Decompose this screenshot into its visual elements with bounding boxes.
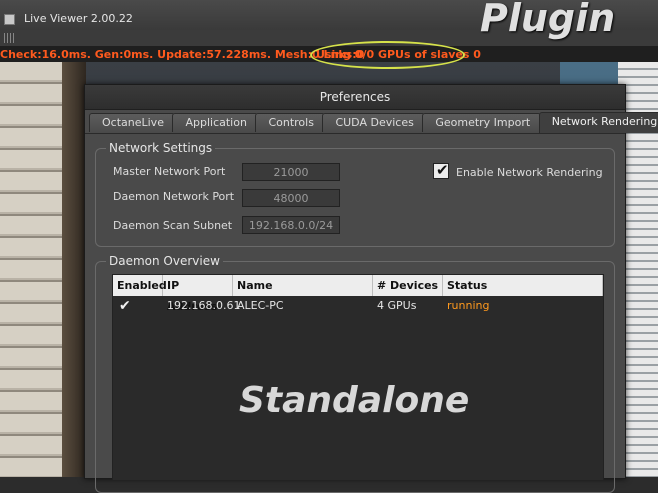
window-title: Live Viewer 2.00.22: [24, 12, 133, 25]
row-status: running: [447, 299, 490, 312]
daemon-overview-title: Daemon Overview: [106, 254, 223, 268]
scan-subnet-label: Daemon Scan Subnet: [113, 219, 233, 232]
enable-network-rendering-checkbox[interactable]: ✔: [433, 161, 449, 179]
network-settings-title: Network Settings: [106, 141, 216, 155]
tab-geometry-import[interactable]: Geometry Import: [422, 113, 542, 132]
tab-application[interactable]: Application: [172, 113, 258, 132]
master-port-input[interactable]: 21000: [242, 163, 340, 181]
background-wall-edge: [62, 62, 86, 477]
row-ip: 192.168.0.61: [167, 299, 241, 312]
table-row[interactable]: ✔ 192.168.0.61 ALEC-PC 4 GPUs running: [113, 296, 603, 316]
daemon-port-label: Daemon Network Port: [113, 190, 235, 203]
tab-cuda-devices[interactable]: CUDA Devices: [322, 113, 425, 132]
scan-subnet-input[interactable]: 192.168.0.0/24: [242, 216, 340, 234]
enable-network-rendering-label: Enable Network Rendering: [456, 166, 603, 179]
column-status[interactable]: Status: [443, 275, 603, 296]
tab-network-rendering[interactable]: Network Rendering: [538, 112, 658, 133]
plugin-annotation: Plugin: [480, 0, 616, 40]
table-header: Enabled IP Address Name # Devices Status: [113, 275, 603, 313]
grip-icon[interactable]: [4, 33, 16, 43]
column-devices[interactable]: # Devices: [373, 275, 443, 296]
column-name[interactable]: Name: [233, 275, 373, 296]
column-enabled[interactable]: Enabled: [113, 275, 167, 296]
tab-strip: OctaneLive Application Controls CUDA Dev…: [89, 112, 658, 133]
tab-octanelive[interactable]: OctaneLive: [89, 113, 175, 132]
highlight-ellipse: [310, 41, 465, 69]
daemon-table: Enabled IP Address Name # Devices Status…: [112, 274, 604, 481]
dialog-title: Preferences: [85, 85, 625, 110]
enabled-checkmark-icon[interactable]: ✔: [119, 298, 131, 314]
master-port-label: Master Network Port: [113, 165, 226, 178]
tab-controls[interactable]: Controls: [255, 113, 325, 132]
tab-divider: [85, 133, 625, 134]
row-devices: 4 GPUs: [377, 299, 417, 312]
daemon-port-input[interactable]: 48000: [242, 189, 340, 207]
row-name: ALEC-PC: [237, 299, 284, 312]
column-ip-address[interactable]: IP Address: [163, 275, 233, 313]
background-wall: [0, 62, 70, 477]
window-icon[interactable]: [4, 14, 15, 25]
checkmark-icon: ✔: [436, 161, 449, 179]
standalone-annotation: Standalone: [239, 380, 470, 421]
